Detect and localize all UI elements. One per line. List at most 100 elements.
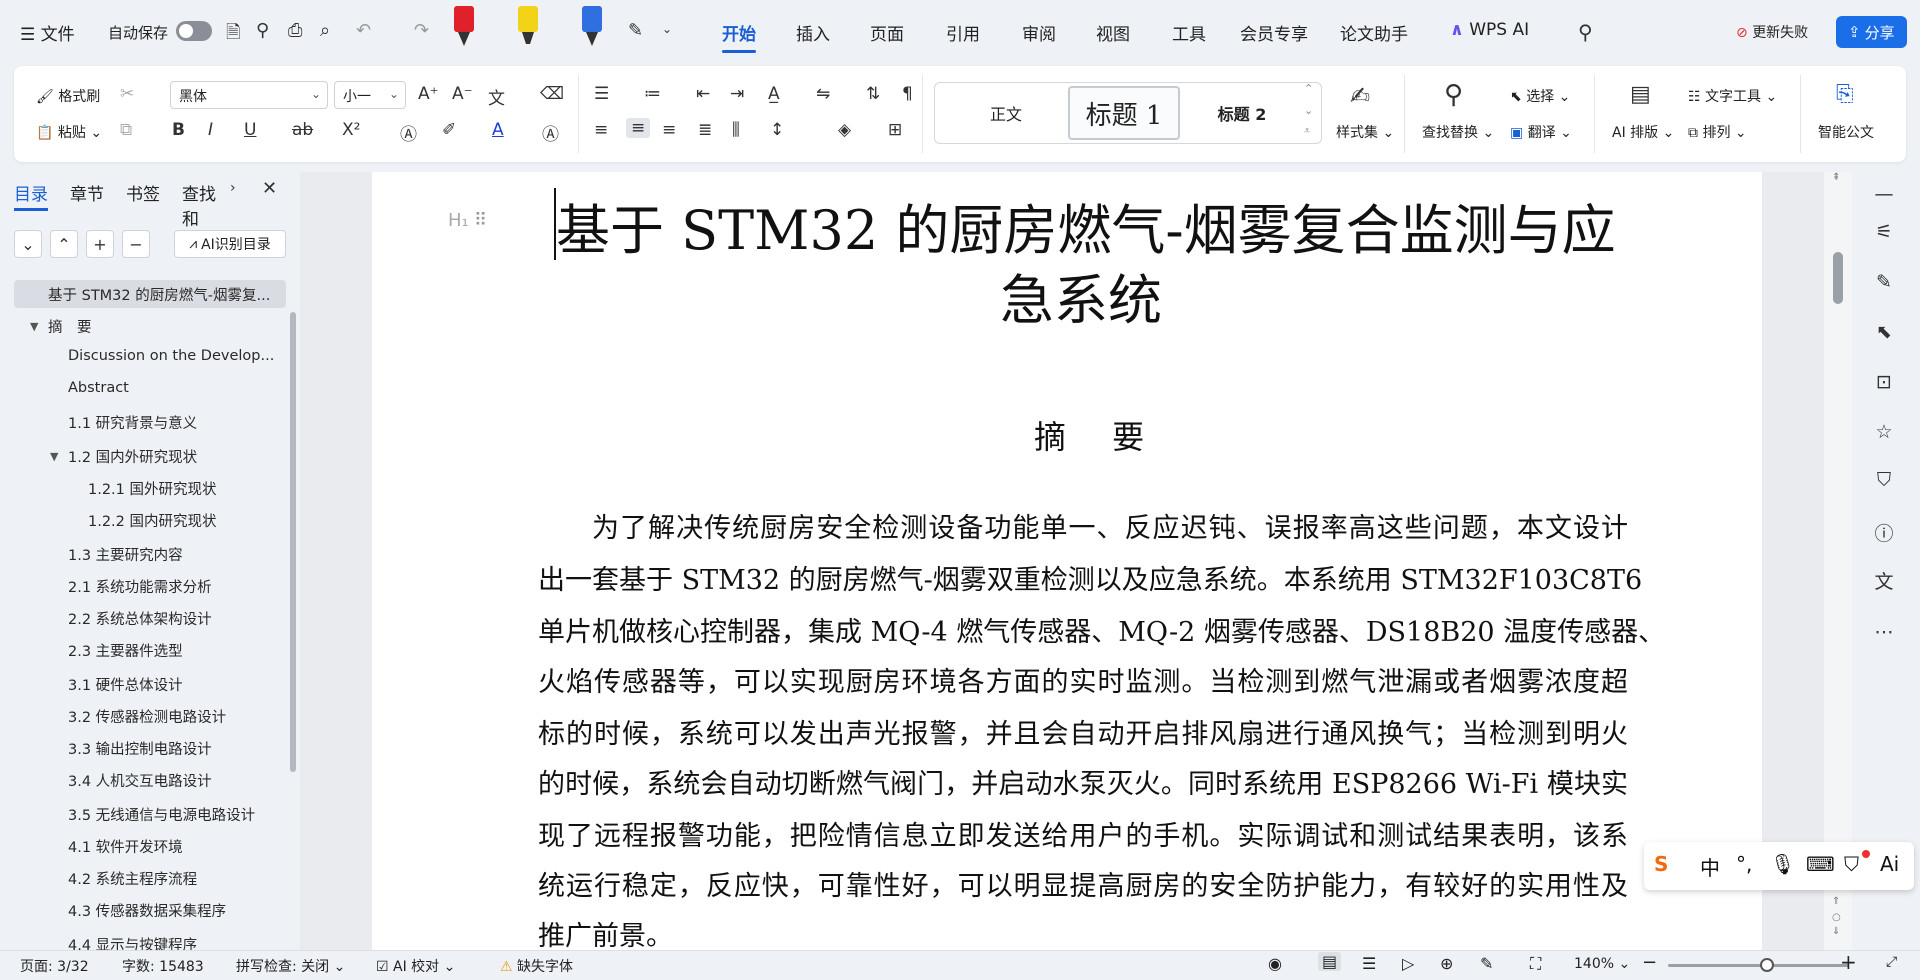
ai-layout-icon[interactable]: ▤ xyxy=(1630,82,1651,107)
font-family-select[interactable]: 黑体 ⌄ xyxy=(170,81,328,109)
line-spacing-icon[interactable]: ↕ xyxy=(770,120,784,140)
drag-handle-icon[interactable]: ⠿ xyxy=(474,210,487,231)
toc-item[interactable]: 3.3 输出控制电路设计 xyxy=(68,738,212,759)
zoom-in-icon[interactable]: + xyxy=(1840,950,1857,974)
browse-object-icon[interactable]: ○ xyxy=(1832,912,1841,923)
zoom-level[interactable]: 140% ⌄ xyxy=(1574,956,1630,972)
ai-toc-button[interactable]: ⩘ AI识别目录 xyxy=(174,230,286,258)
document-scrollbar-thumb[interactable] xyxy=(1833,252,1843,304)
toc-item[interactable]: 3.1 硬件总体设计 xyxy=(68,674,183,695)
style-set-icon[interactable]: ✍ xyxy=(1350,82,1370,110)
add-heading-button[interactable]: + xyxy=(86,230,114,258)
tab-thesis-assistant[interactable]: 论文助手 xyxy=(1340,20,1408,45)
toc-item[interactable]: 4.3 传感器数据采集程序 xyxy=(68,900,226,921)
select-pointer-icon[interactable]: ⬉ xyxy=(1870,318,1898,346)
nav-tab-bookmarks[interactable]: 书签 xyxy=(126,180,160,205)
sort-icon[interactable]: ⇅ xyxy=(866,84,880,104)
toc-item[interactable]: 1.2.1 国外研究现状 xyxy=(88,478,217,499)
toc-item[interactable]: 4.1 软件开发环境 xyxy=(68,836,183,857)
page-view-icon[interactable]: ▤ xyxy=(1318,952,1342,971)
update-failed-status[interactable]: ⊘ 更新失败 xyxy=(1736,22,1808,42)
shading-icon[interactable]: ◈ xyxy=(838,120,851,140)
ai-layout-button[interactable]: AI 排版 ⌄ xyxy=(1612,122,1674,142)
eye-protection-icon[interactable]: ◉ xyxy=(1268,954,1282,973)
numbered-list-icon[interactable]: ≔ xyxy=(644,84,661,104)
superscript-icon[interactable]: X² xyxy=(342,120,360,140)
spell-check-status[interactable]: 拼写检查: 关闭 ⌄ xyxy=(236,956,345,976)
shrink-font-icon[interactable]: A⁻ xyxy=(452,84,473,104)
bold-icon[interactable]: B xyxy=(172,120,185,140)
zoom-slider-track[interactable] xyxy=(1668,964,1848,967)
toc-item[interactable]: 1.2.2 国内研究现状 xyxy=(88,510,217,531)
toc-item[interactable]: Discussion on the Develop... xyxy=(68,348,282,364)
highlight-icon[interactable]: ✐ xyxy=(442,120,456,140)
justify-icon[interactable]: ≣ xyxy=(698,120,712,140)
tab-insert[interactable]: 插入 xyxy=(796,20,830,45)
align-center-icon[interactable]: ≡ xyxy=(626,118,651,138)
tab-home[interactable]: 开始 xyxy=(722,20,756,53)
zoom-out-icon[interactable]: − xyxy=(1642,952,1657,973)
save-icon[interactable]: 🗎 xyxy=(226,20,240,50)
smart-doc-icon[interactable]: ⎘ xyxy=(1836,82,1854,107)
toc-item[interactable]: 3.4 人机交互电路设计 xyxy=(68,770,212,791)
expand-gallery-icon[interactable]: ⩡ xyxy=(1304,124,1310,138)
translate-button[interactable]: ▣ 翻译 ⌄ xyxy=(1510,122,1572,142)
style-heading-2[interactable]: 标题 2 xyxy=(1186,90,1298,136)
write-view-icon[interactable]: ✎ xyxy=(1480,954,1493,973)
style-set-button[interactable]: 样式集 ⌄ xyxy=(1336,122,1394,142)
font-size-select[interactable]: 小一 ⌄ xyxy=(334,81,406,109)
decrease-indent-icon[interactable]: ⇤ xyxy=(696,84,710,104)
adjust-icon[interactable]: ⚟ xyxy=(1870,218,1898,246)
ime-ai-button[interactable]: Ai xyxy=(1880,852,1899,876)
print-preview-icon[interactable]: ⌕ xyxy=(320,20,330,41)
collapse-all-button[interactable]: ⌄ xyxy=(14,230,42,258)
nav-tab-find[interactable]: 查找和 xyxy=(182,180,224,230)
sogou-logo-icon[interactable]: S xyxy=(1654,852,1668,876)
nav-tab-toc[interactable]: 目录 xyxy=(14,180,48,211)
increase-indent-icon[interactable]: ⇥ xyxy=(730,84,744,104)
fullscreen-icon[interactable]: ⤢ xyxy=(1886,954,1897,970)
star-icon[interactable]: ☆ xyxy=(1870,418,1898,446)
toc-item[interactable]: 2.1 系统功能需求分析 xyxy=(68,576,212,597)
bullet-list-icon[interactable]: ☰ xyxy=(594,84,609,104)
find-replace-icon[interactable]: ⚲ xyxy=(1444,80,1463,110)
microphone-icon[interactable]: 🎙 xyxy=(1770,852,1795,876)
fit-page-icon[interactable]: ⛶ xyxy=(1530,954,1541,974)
skin-icon[interactable]: ⛉ xyxy=(1844,852,1859,876)
toc-item[interactable]: 4.4 显示与按键程序 xyxy=(68,934,197,950)
toc-item[interactable]: 3.2 传感器检测电路设计 xyxy=(68,706,226,727)
image-icon[interactable]: ⊡ xyxy=(1870,368,1898,396)
align-right-icon[interactable]: ≡ xyxy=(662,120,676,140)
zoom-slider-thumb[interactable] xyxy=(1760,958,1774,972)
style-heading-1[interactable]: 标题 1 xyxy=(1068,86,1180,140)
remove-heading-button[interactable]: − xyxy=(122,230,150,258)
strikethrough-icon[interactable]: ab xyxy=(292,120,313,140)
expand-up-button[interactable]: ⌃ xyxy=(50,230,78,258)
text-effect-icon[interactable]: Ⓐ xyxy=(400,120,417,145)
chinese-layout-icon[interactable]: ⇋ xyxy=(816,84,830,104)
web-view-icon[interactable]: ⊕ xyxy=(1440,954,1453,973)
find-replace-button[interactable]: 查找替换 ⌄ xyxy=(1422,122,1494,142)
tab-member[interactable]: 会员专享 xyxy=(1240,20,1308,45)
tab-references[interactable]: 引用 xyxy=(946,20,980,45)
page-indicator[interactable]: 页面: 3/32 xyxy=(20,956,89,976)
tab-wps-ai[interactable]: ∧ WPS AI xyxy=(1450,20,1529,40)
print-icon[interactable]: ⎙ xyxy=(288,20,302,41)
tab-tools[interactable]: 工具 xyxy=(1172,20,1206,45)
redo-icon[interactable]: ↷ xyxy=(414,20,429,41)
caret-down-icon[interactable]: ▼ xyxy=(30,320,38,333)
format-painter-button[interactable]: 🖌 格式刷 xyxy=(36,86,100,106)
pen-tool-icon[interactable]: ✎ xyxy=(628,20,643,41)
undo-icon[interactable]: ↶ xyxy=(356,20,371,41)
style-normal[interactable]: 正文 xyxy=(950,90,1062,136)
tab-review[interactable]: 审阅 xyxy=(1022,20,1056,45)
char-border-icon[interactable]: Ⓐ xyxy=(542,120,559,145)
show-marks-icon[interactable]: ¶ xyxy=(902,84,913,104)
autosave-toggle[interactable] xyxy=(176,21,212,41)
tab-view[interactable]: 视图 xyxy=(1096,20,1130,45)
nav-tab-chapters[interactable]: 章节 xyxy=(70,180,104,205)
scroll-top-icon[interactable]: ⇞ xyxy=(1832,172,1840,183)
collapse-sidebar-icon[interactable]: — xyxy=(1870,180,1898,208)
shirt-icon[interactable]: ⛉ xyxy=(1870,466,1898,494)
chevron-right-icon[interactable]: › xyxy=(230,180,236,196)
